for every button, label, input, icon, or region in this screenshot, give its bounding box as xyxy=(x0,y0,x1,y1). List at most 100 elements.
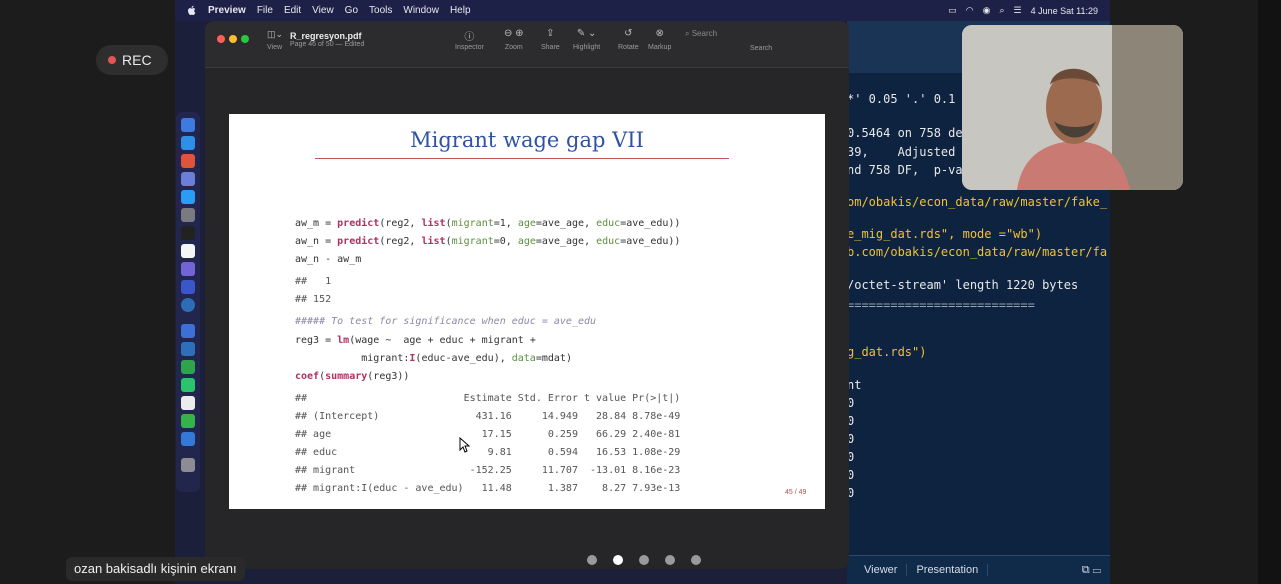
app-store-icon[interactable] xyxy=(181,190,195,204)
numbers-icon[interactable] xyxy=(181,414,195,428)
tab-viewer[interactable]: Viewer xyxy=(855,564,908,576)
right-edge xyxy=(1258,0,1281,584)
search-placeholder: Search xyxy=(691,29,718,38)
grid-app-icon[interactable] xyxy=(181,262,195,276)
code-line: ## educ 9.81 0.594 16.53 1.08e-29 xyxy=(295,447,680,458)
pager-dot[interactable] xyxy=(639,555,649,565)
code-token: =mdat) xyxy=(535,353,572,364)
battery-icon[interactable]: ▭ xyxy=(948,5,957,16)
preview-icon[interactable] xyxy=(181,342,195,356)
user-icon[interactable]: ◉ xyxy=(983,5,991,16)
settings-icon[interactable] xyxy=(181,208,195,222)
textedit-icon[interactable] xyxy=(181,396,195,410)
console-line: g_dat.rds") xyxy=(847,345,927,359)
terminal-icon[interactable] xyxy=(181,226,195,240)
safari-icon[interactable] xyxy=(181,136,195,150)
code-token: data xyxy=(511,353,536,364)
code-token: =ave_edu)) xyxy=(620,218,681,229)
rotate-button[interactable]: ↺ Rotate xyxy=(618,28,639,51)
code-token: =1, xyxy=(493,218,518,229)
trash-icon[interactable] xyxy=(181,458,195,472)
teams-icon[interactable] xyxy=(181,280,195,294)
console-line: nt xyxy=(847,378,862,392)
zoom-window-icon[interactable] xyxy=(241,35,249,43)
search-field[interactable]: ⌕ Search xyxy=(685,29,821,43)
apple-icon[interactable] xyxy=(187,5,197,16)
pager-dot[interactable] xyxy=(587,555,597,565)
preview-window: ◫⌄ View R_regresyon.pdf Page 46 of 50 — … xyxy=(205,21,849,569)
code-line: ## 1 xyxy=(295,276,331,287)
whatsapp-icon[interactable] xyxy=(181,378,195,392)
code-token: aw_m = xyxy=(295,218,338,229)
code-token: aw_n - aw_m xyxy=(295,254,362,265)
messenger-icon[interactable] xyxy=(181,432,195,446)
mouse-cursor-icon xyxy=(459,436,471,458)
console-line: /octet-stream' length 1220 bytes xyxy=(847,278,1079,292)
calendar-icon[interactable] xyxy=(181,244,195,258)
search-icon: ⌕ xyxy=(685,29,690,38)
pager-dot[interactable] xyxy=(691,555,701,565)
code-token: =ave_age, xyxy=(535,236,597,247)
console-line: 39, Adjusted R xyxy=(847,145,970,159)
zoom-button[interactable]: ⊖ ⊕ Zoom xyxy=(504,28,524,51)
zoom-icon[interactable] xyxy=(181,324,195,338)
sidebar-toggle-icon[interactable]: ◫⌄ xyxy=(267,29,283,40)
tab-presentation[interactable]: Presentation xyxy=(907,564,989,576)
code-token: ## 152 xyxy=(295,294,332,305)
inspector-button[interactable]: ⓘ Inspector xyxy=(455,28,484,51)
chrome-icon[interactable] xyxy=(181,154,195,168)
code-token: ## migrant -152.25 11.707 -13.01 8.16e-2… xyxy=(295,465,681,476)
search-icon[interactable]: ⌕ xyxy=(999,5,1004,16)
code-line: ## 152 xyxy=(295,294,331,305)
excel-icon[interactable] xyxy=(181,360,195,374)
close-window-icon[interactable] xyxy=(217,35,225,43)
code-token: (reg2, xyxy=(379,236,422,247)
dock xyxy=(176,112,200,492)
page-number: 45 / 49 xyxy=(785,489,807,496)
code-token: predict xyxy=(337,218,380,229)
menubar-datetime[interactable]: 4 June Sat 11:29 xyxy=(1031,6,1098,16)
code-token: list xyxy=(421,218,446,229)
highlight-button[interactable]: ✎ ⌄ Highlight xyxy=(573,28,600,51)
minimize-window-icon[interactable] xyxy=(229,35,237,43)
menu-edit[interactable]: Edit xyxy=(284,5,301,16)
menu-file[interactable]: File xyxy=(257,5,273,16)
r-icon[interactable] xyxy=(181,298,195,312)
menu-window[interactable]: Window xyxy=(403,5,439,16)
code-line: ## migrant -152.25 11.707 -13.01 8.16e-2… xyxy=(295,465,680,476)
markup-button[interactable]: ⊗ Markup xyxy=(648,28,671,51)
code-line: migrant:I(educ-ave_edu), data=mdat) xyxy=(295,353,572,364)
code-line: ## age 17.15 0.259 66.29 2.40e-81 xyxy=(295,429,680,440)
code-token: age xyxy=(517,218,536,229)
console-line: ========================== xyxy=(847,298,1035,312)
code-token: ##### To test for significance when educ… xyxy=(295,316,597,327)
menu-tools[interactable]: Tools xyxy=(369,5,392,16)
search-label: Search xyxy=(750,45,773,52)
pager-dot[interactable] xyxy=(613,555,623,565)
code-token: (wage ~ age + educ + migrant + xyxy=(349,335,536,346)
code-token: ## migrant:I(educ - ave_edu) 11.48 1.387… xyxy=(295,483,681,494)
code-token: aw_n = xyxy=(295,236,338,247)
maximize-pane-icon[interactable]: ⧉ ▭ xyxy=(1073,564,1110,577)
pager-dot[interactable] xyxy=(665,555,675,565)
menu-app-name[interactable]: Preview xyxy=(208,5,246,16)
share-button[interactable]: ⇪ Share xyxy=(541,28,560,51)
control-center-icon[interactable]: ☰ xyxy=(1014,5,1022,16)
menu-help[interactable]: Help xyxy=(450,5,471,16)
markup-icon: ⊗ xyxy=(655,28,664,39)
code-token: migrant xyxy=(451,218,494,229)
menu-go[interactable]: Go xyxy=(345,5,358,16)
document-subtitle: Page 46 of 50 — Edited xyxy=(290,41,365,48)
presenter-webcam xyxy=(962,25,1183,190)
view-label: View xyxy=(267,44,283,51)
code-line: coef(summary(reg3)) xyxy=(295,371,409,382)
document-title[interactable]: R_regresyon.pdf xyxy=(290,31,362,41)
finder-icon[interactable] xyxy=(181,118,195,132)
code-token: ## educ 9.81 0.594 16.53 1.08e-29 xyxy=(295,447,681,458)
wifi-icon[interactable]: ◠ xyxy=(966,5,974,16)
recording-indicator: REC xyxy=(96,45,168,75)
menu-view[interactable]: View xyxy=(312,5,334,16)
code-token: ## age 17.15 0.259 66.29 2.40e-81 xyxy=(295,429,681,440)
photos-icon[interactable] xyxy=(181,172,195,186)
code-token: lm xyxy=(337,335,350,346)
